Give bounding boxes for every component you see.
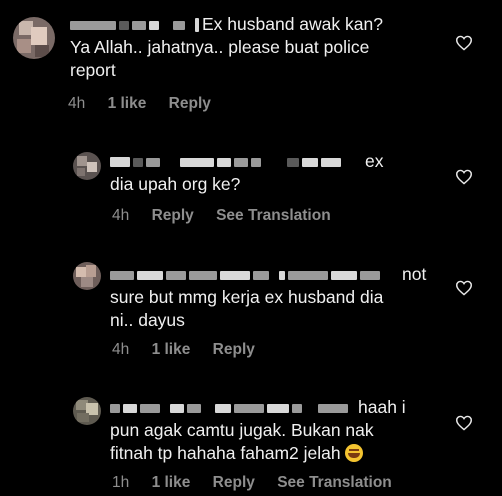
heart-outline-icon[interactable] xyxy=(455,280,473,296)
comment-text-line2: sure but mmg kerja ex husband dia xyxy=(110,287,384,307)
comment-text-line1: Ex husband awak kan? xyxy=(202,14,383,34)
see-translation-link[interactable]: See Translation xyxy=(277,474,392,492)
heart-outline-icon[interactable] xyxy=(455,35,473,51)
timestamp: 4h xyxy=(112,341,130,358)
comment-text-line1: haah i xyxy=(358,397,406,417)
heart-outline-icon[interactable] xyxy=(455,415,473,431)
reply-button[interactable]: Reply xyxy=(152,207,194,225)
reply-button[interactable]: Reply xyxy=(213,341,255,359)
comment-meta: 4h Reply See Translation xyxy=(112,207,349,225)
comment-text-line1: not xyxy=(402,264,427,284)
comment-text-line3: ni.. dayus xyxy=(110,310,185,330)
avatar[interactable] xyxy=(13,17,55,59)
grinning-sweat-emoji-icon xyxy=(345,444,364,462)
comment-text-line2: dia upah org ke? xyxy=(110,174,241,194)
see-translation-link[interactable]: See Translation xyxy=(216,207,331,225)
comment-meta: 1h 1 like Reply See Translation xyxy=(112,474,410,492)
likes-count[interactable]: 1 like xyxy=(152,474,191,492)
timestamp: 4h xyxy=(68,95,86,112)
likes-count[interactable]: 1 like xyxy=(108,95,147,113)
comment-text-line3: report xyxy=(70,60,116,80)
comment-meta: 4h 1 like Reply xyxy=(112,341,273,359)
comment-text: ex dia upah org ke? xyxy=(110,150,383,196)
timestamp: 4h xyxy=(112,207,130,224)
avatar[interactable] xyxy=(73,262,101,290)
comment-text: haah i pun agak camtu jugak. Bukan nak f… xyxy=(110,396,406,465)
reply-button[interactable]: Reply xyxy=(213,474,255,492)
comment-text: Ex husband awak kan? Ya Allah.. jahatnya… xyxy=(70,13,383,82)
comment-text-line2: pun agak camtu jugak. Bukan nak xyxy=(110,420,374,440)
comment-meta: 4h 1 like Reply xyxy=(68,95,229,113)
comment-text-line1: ex xyxy=(365,151,384,171)
timestamp: 1h xyxy=(112,474,130,491)
comment-text-line3: fitnah tp hahaha faham2 jelah xyxy=(110,443,341,463)
comment-text-line2: Ya Allah.. jahatnya.. please buat police xyxy=(70,37,370,57)
avatar[interactable] xyxy=(73,397,101,425)
reply-button[interactable]: Reply xyxy=(169,95,211,113)
heart-outline-icon[interactable] xyxy=(455,169,473,185)
likes-count[interactable]: 1 like xyxy=(152,341,191,359)
avatar[interactable] xyxy=(73,152,101,180)
comment-text: not sure but mmg kerja ex husband dia ni… xyxy=(110,263,426,332)
